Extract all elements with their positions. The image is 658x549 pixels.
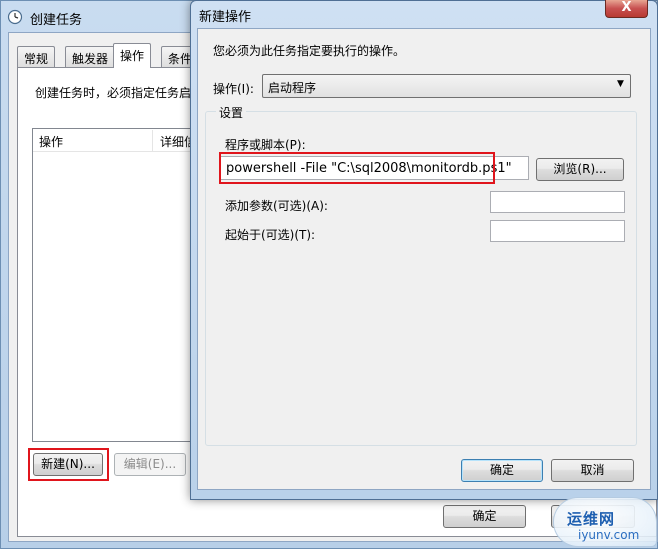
highlight-program-input: [219, 152, 495, 184]
create-task-title: 创建任务: [30, 13, 83, 28]
tab-general[interactable]: 常规: [17, 46, 56, 67]
start-in-label: 起始于(可选)(T):: [225, 228, 316, 242]
watermark-url: iyunv.com: [578, 528, 640, 542]
settings-legend: 设置: [216, 104, 247, 121]
task-ok-button[interactable]: 确定: [443, 505, 526, 528]
dialog-prompt: 您必须为此任务指定要执行的操作。: [213, 44, 406, 58]
program-script-label: 程序或脚本(P):: [225, 138, 306, 152]
chevron-down-icon[interactable]: ▼: [617, 79, 624, 89]
column-separator[interactable]: [152, 130, 153, 152]
arguments-label: 添加参数(可选)(A):: [225, 199, 328, 213]
dialog-cancel-button[interactable]: 取消: [551, 459, 634, 482]
watermark-text: 运维网: [567, 510, 616, 528]
column-header-action[interactable]: 操作: [39, 133, 63, 150]
action-type-label: 操作(I):: [213, 82, 254, 96]
actions-description: 创建任务时，必须指定任务启: [35, 86, 192, 100]
tab-actions[interactable]: 操作: [113, 43, 152, 68]
dialog-ok-button[interactable]: 确定: [461, 459, 543, 482]
close-icon[interactable]: X: [605, 0, 648, 18]
action-type-select[interactable]: 启动程序: [262, 74, 631, 98]
browse-button[interactable]: 浏览(R)...: [536, 158, 624, 181]
start-in-input[interactable]: [490, 220, 625, 242]
arguments-input[interactable]: [490, 191, 625, 213]
clock-icon: [7, 9, 23, 25]
new-action-title: 新建操作: [199, 10, 252, 25]
edit-action-button[interactable]: 编辑(E)...: [114, 453, 186, 476]
tab-triggers[interactable]: 触发器: [65, 46, 116, 67]
action-type-value: 启动程序: [268, 81, 317, 95]
highlight-new-button: [28, 448, 109, 481]
